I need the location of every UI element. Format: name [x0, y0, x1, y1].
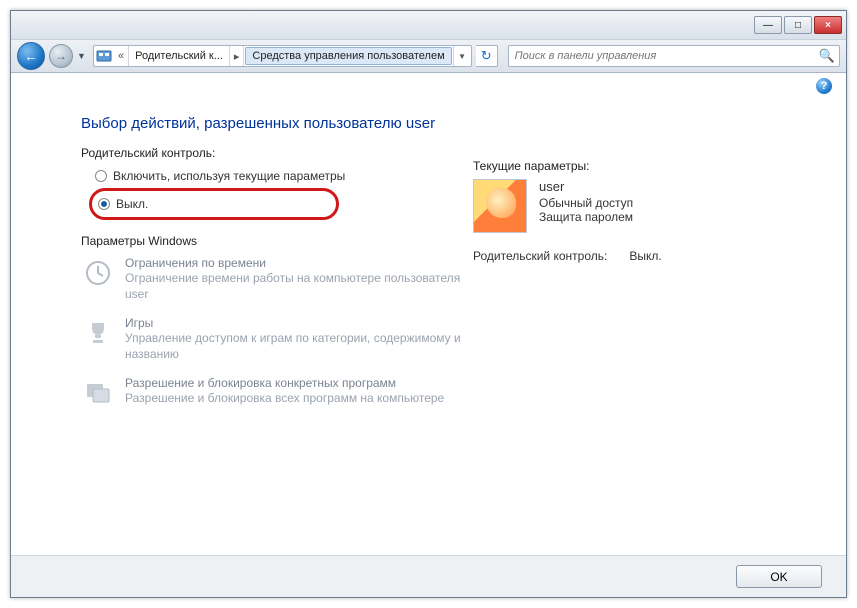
- setting-programs-text: Разрешение и блокировка конкретных прогр…: [125, 376, 444, 407]
- control-panel-icon[interactable]: [94, 46, 114, 66]
- radio-on[interactable]: [95, 170, 107, 182]
- close-button[interactable]: ×: [814, 16, 842, 34]
- minimize-button[interactable]: —: [754, 16, 782, 34]
- breadcrumb: « Родительский к... ▸ Средства управлени…: [93, 45, 472, 67]
- titlebar: — □ ×: [11, 11, 846, 39]
- user-card: user Обычный доступ Защита паролем: [473, 179, 806, 233]
- breadcrumb-chev-1[interactable]: ▸: [230, 46, 245, 66]
- ok-button[interactable]: OK: [736, 565, 822, 588]
- radio-on-label: Включить, используя текущие параметры: [113, 169, 345, 183]
- setting-programs-title: Разрешение и блокировка конкретных прогр…: [125, 376, 444, 390]
- breadcrumb-dropdown[interactable]: ▼: [453, 46, 471, 66]
- maximize-button[interactable]: □: [784, 16, 812, 34]
- help-row: ?: [11, 73, 846, 99]
- breadcrumb-root-chev[interactable]: «: [114, 46, 129, 66]
- setting-time-desc: Ограничение времени работы на компьютере…: [125, 271, 461, 302]
- setting-games-desc: Управление доступом к играм по категории…: [125, 331, 461, 362]
- parental-status-row: Родительский контроль: Выкл.: [473, 249, 806, 263]
- user-type: Обычный доступ: [539, 196, 633, 210]
- setting-programs-desc: Разрешение и блокировка всех программ на…: [125, 391, 444, 407]
- nav-history-dropdown[interactable]: ▼: [77, 51, 89, 61]
- user-info: user Обычный доступ Защита паролем: [539, 179, 633, 233]
- setting-time-text: Ограничения по времени Ограничение време…: [125, 256, 461, 302]
- windows-params-label: Параметры Windows: [81, 234, 461, 248]
- parental-status-label: Родительский контроль:: [473, 249, 607, 263]
- right-column: Текущие параметры: user Обычный доступ З…: [461, 105, 806, 549]
- nav-forward-button[interactable]: →: [49, 44, 73, 68]
- parental-radio-group: Включить, используя текущие параметры Вы…: [81, 166, 461, 224]
- search-icon[interactable]: 🔍: [819, 48, 835, 64]
- setting-programs[interactable]: Разрешение и блокировка конкретных прогр…: [81, 376, 461, 410]
- avatar: [473, 179, 527, 233]
- radio-off-label: Выкл.: [116, 197, 148, 211]
- radio-off[interactable]: [98, 198, 110, 210]
- breadcrumb-parental[interactable]: Родительский к...: [129, 46, 230, 66]
- content-area: Выбор действий, разрешенных пользователю…: [11, 99, 846, 555]
- close-icon: ×: [825, 20, 831, 31]
- refresh-icon: ↻: [481, 48, 492, 64]
- navigation-bar: ← → ▼ « Родительский к... ▸ Средства упр…: [11, 39, 846, 73]
- programs-icon: [81, 376, 115, 410]
- maximize-icon: □: [795, 20, 801, 31]
- radio-on-row[interactable]: Включить, используя текущие параметры: [95, 166, 461, 186]
- trophy-icon: [81, 316, 115, 350]
- page-title: Выбор действий, разрешенных пользователю…: [81, 115, 461, 132]
- user-password-status: Защита паролем: [539, 210, 633, 224]
- control-panel-window: — □ × ← → ▼ « Родительский к... ▸ Средст…: [10, 10, 847, 598]
- parental-control-label: Родительский контроль:: [81, 146, 461, 160]
- minimize-icon: —: [763, 20, 773, 31]
- setting-time-title: Ограничения по времени: [125, 256, 461, 270]
- search-input[interactable]: [513, 49, 819, 63]
- radio-off-row[interactable]: Выкл.: [98, 194, 148, 214]
- left-column: Выбор действий, разрешенных пользователю…: [81, 105, 461, 549]
- setting-games-title: Игры: [125, 316, 461, 330]
- breadcrumb-user-controls[interactable]: Средства управления пользователем: [245, 47, 451, 65]
- current-params-label: Текущие параметры:: [473, 159, 806, 173]
- nav-back-button[interactable]: ←: [17, 42, 45, 70]
- clock-icon: [81, 256, 115, 290]
- highlight-ring: Выкл.: [89, 188, 339, 220]
- setting-games-text: Игры Управление доступом к играм по кате…: [125, 316, 461, 362]
- footer: OK: [11, 555, 846, 597]
- setting-games[interactable]: Игры Управление доступом к играм по кате…: [81, 316, 461, 362]
- parental-status-value: Выкл.: [629, 249, 661, 263]
- user-name: user: [539, 179, 633, 194]
- refresh-button[interactable]: ↻: [476, 45, 498, 67]
- help-icon[interactable]: ?: [816, 78, 832, 94]
- search-box[interactable]: 🔍: [508, 45, 840, 67]
- setting-time[interactable]: Ограничения по времени Ограничение време…: [81, 256, 461, 302]
- arrow-right-icon: →: [55, 49, 67, 63]
- arrow-left-icon: ←: [24, 48, 38, 64]
